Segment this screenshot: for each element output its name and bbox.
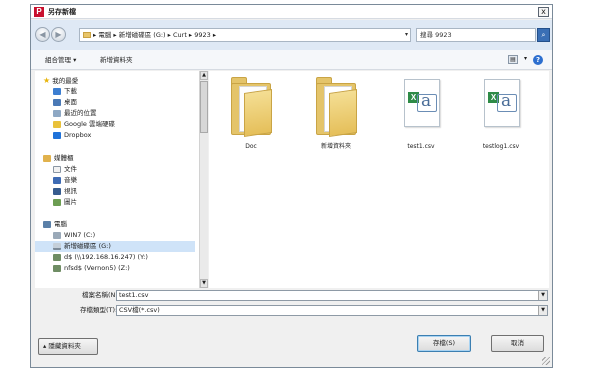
drive-icon (53, 231, 61, 239)
nav-downloads[interactable]: 下載 (53, 86, 77, 97)
nav-drive-c[interactable]: WIN7 (C:) (53, 230, 95, 241)
folder-icon (231, 77, 273, 137)
view-icon[interactable]: ▤ (508, 55, 518, 64)
folder-icon (316, 77, 358, 137)
library-icon (43, 154, 51, 162)
view-dropdown-icon[interactable]: ▾ (524, 55, 527, 62)
nav-recent[interactable]: 最近的位置 (53, 108, 97, 119)
download-icon (53, 87, 61, 95)
nav-libraries[interactable]: 媒體櫃 (43, 153, 74, 164)
file-name: test1.csv (407, 143, 435, 150)
window-title: 另存新檔 (48, 8, 76, 16)
nav-music[interactable]: 音樂 (53, 175, 77, 186)
nav-pictures[interactable]: 圖片 (53, 197, 77, 208)
toolbar: 組合管理 ▾ 新增資料夾 ▤ ▾ ? (31, 50, 552, 70)
filetype-label: 存檔類型(T): (80, 306, 118, 314)
csv-file-icon: X a (484, 79, 520, 127)
file-item[interactable]: Doc (221, 75, 281, 153)
network-drive-icon (53, 264, 61, 272)
organize-button[interactable]: 組合管理 ▾ (45, 55, 76, 65)
nav-drive-z[interactable]: nfsd$ (Vernon5) (Z:) (53, 263, 130, 274)
save-as-dialog: P 另存新檔 x ◀ ▶ ▸ 電腦 ▸ 新增磁碟區 (G:) ▸ Curt ▸ … (30, 4, 553, 368)
back-button[interactable]: ◀ (35, 27, 50, 42)
filename-value: test1.csv (119, 291, 149, 299)
close-button[interactable]: x (538, 7, 549, 17)
nav-videos[interactable]: 視訊 (53, 186, 77, 197)
cancel-button[interactable]: 取消 (491, 335, 544, 352)
filetype-select[interactable]: CSV檔(*.csv) ▼ (116, 305, 548, 316)
file-item[interactable]: 新增資料夾 (306, 75, 366, 153)
scroll-up-icon[interactable]: ▲ (200, 71, 208, 80)
folder-icon (83, 32, 91, 38)
address-row: ◀ ▶ ▸ 電腦 ▸ 新增磁碟區 (G:) ▸ Curt ▸ 9923 ▸ ▾ … (31, 20, 552, 50)
filename-input[interactable]: test1.csv ▼ (116, 290, 548, 301)
nav-drive-y[interactable]: d$ (\\192.168.16.247) (Y:) (53, 252, 148, 263)
file-item[interactable]: X a testlog1.csv (471, 75, 531, 153)
forward-button[interactable]: ▶ (51, 27, 66, 42)
filetype-value: CSV檔(*.csv) (119, 306, 160, 314)
dropbox-icon (53, 131, 61, 139)
address-path: ▸ 電腦 ▸ 新增磁碟區 (G:) ▸ Curt ▸ 9923 ▸ (93, 31, 217, 39)
new-folder-button[interactable]: 新增資料夾 (100, 55, 133, 65)
save-button[interactable]: 存檔(S) (417, 335, 471, 352)
file-name: 新增資料夾 (320, 143, 351, 150)
music-icon (53, 176, 61, 184)
app-icon: P (34, 7, 44, 17)
nav-scrollbar[interactable]: ▲ ▼ (199, 71, 208, 288)
file-name: Doc (245, 143, 257, 150)
search-icon[interactable]: ⌕ (537, 28, 550, 42)
network-drive-icon (53, 253, 61, 261)
pictures-icon (53, 198, 61, 206)
video-icon (53, 187, 61, 195)
address-bar[interactable]: ▸ 電腦 ▸ 新增磁碟區 (G:) ▸ Curt ▸ 9923 ▸ ▾ (79, 28, 411, 42)
chevron-down-icon[interactable]: ▼ (538, 306, 547, 315)
scroll-down-icon[interactable]: ▼ (200, 279, 208, 288)
nav-desktop[interactable]: 桌面 (53, 97, 77, 108)
chevron-down-icon[interactable]: ▼ (538, 291, 547, 300)
csv-file-icon: X a (404, 79, 440, 127)
scroll-thumb[interactable] (200, 81, 208, 133)
nav-drive-g[interactable]: 新增磁碟區 (G:) (35, 241, 195, 252)
filename-label: 檔案名稱(N): (82, 291, 121, 299)
computer-icon (43, 220, 51, 228)
documents-icon (53, 165, 61, 173)
nav-computer[interactable]: 電腦 (43, 219, 67, 230)
file-list: Doc 新增資料夾 X a test1.csv X a testlog1.csv (209, 71, 549, 288)
navigation-pane: ★ 我的最愛 下載 桌面 最近的位置 Google 雲端硬碟 Dropbox 媒… (35, 71, 199, 288)
desktop-icon (53, 98, 61, 106)
resize-grip-icon[interactable] (542, 357, 550, 365)
nav-favorites[interactable]: ★ 我的最愛 (43, 75, 78, 86)
star-icon: ★ (43, 76, 51, 85)
search-input[interactable]: 搜尋 9923 (416, 28, 536, 42)
recent-places-icon (53, 109, 61, 117)
title-bar: P 另存新檔 x (31, 5, 552, 19)
nav-google-drive[interactable]: Google 雲端硬碟 (53, 119, 115, 130)
file-name: testlog1.csv (482, 143, 520, 150)
help-button[interactable]: ? (533, 55, 543, 65)
hide-folders-button[interactable]: ▴ 隱藏資料夾 (38, 338, 98, 355)
drive-icon (53, 242, 61, 250)
google-drive-icon (53, 120, 61, 128)
nav-documents[interactable]: 文件 (53, 164, 77, 175)
address-dropdown-icon[interactable]: ▾ (405, 29, 408, 41)
file-item[interactable]: X a test1.csv (391, 75, 451, 153)
nav-dropbox[interactable]: Dropbox (53, 130, 91, 141)
